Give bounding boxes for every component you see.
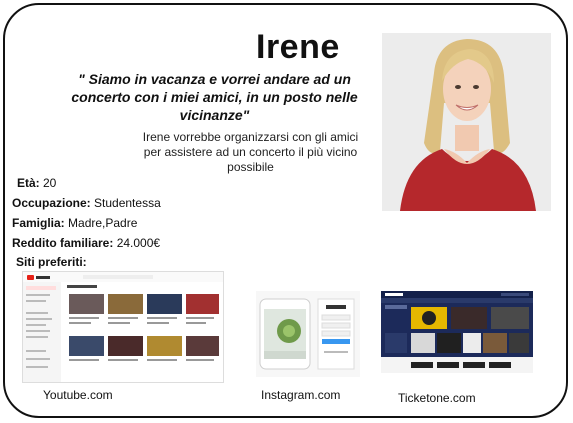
fact-age: Età: 20 (17, 176, 56, 190)
fact-value: 24.000€ (113, 236, 161, 250)
fact-family: Famiglia: Madre,Padre (12, 216, 137, 230)
fact-label: Occupazione: (12, 196, 91, 210)
fact-income: Reddito familiare: 24.000€ (12, 236, 160, 250)
favorite-sites-title: Siti preferiti: (16, 255, 87, 269)
fact-value: 20 (39, 176, 57, 190)
ticketone-caption[interactable]: Ticketone.com (398, 391, 476, 405)
fact-label: Famiglia: (12, 216, 65, 230)
fact-value: Madre,Padre (64, 216, 138, 230)
ticketone-screenshot-icon (381, 291, 533, 373)
instagram-thumbnail[interactable] (256, 291, 360, 377)
youtube-caption[interactable]: Youtube.com (43, 388, 113, 402)
persona-description: Irene vorrebbe organizzarsi con gli amic… (142, 130, 359, 174)
youtube-screenshot-icon (23, 272, 223, 382)
fact-label: Età: (17, 176, 40, 190)
persona-name: Irene (256, 28, 340, 66)
youtube-thumbnail[interactable] (22, 271, 224, 383)
persona-quote: " Siamo in vacanza e vorrei andare ad un… (71, 71, 358, 123)
fact-label: Reddito familiare: (12, 236, 114, 250)
persona-photo (382, 33, 551, 211)
instagram-caption[interactable]: Instagram.com (261, 388, 340, 402)
fact-occupation: Occupazione: Studentessa (12, 196, 161, 210)
portrait-illustration (382, 33, 551, 211)
fact-value: Studentessa (90, 196, 161, 210)
instagram-screenshot-icon (256, 291, 360, 377)
ticketone-thumbnail[interactable] (381, 291, 533, 373)
